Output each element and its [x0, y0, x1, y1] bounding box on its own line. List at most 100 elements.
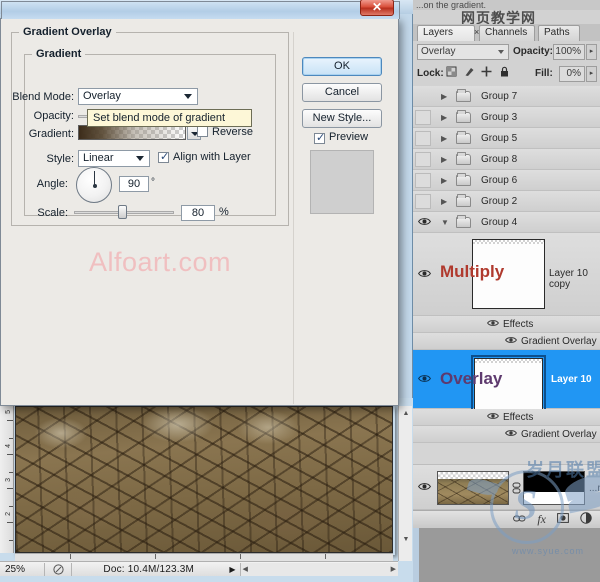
layer-row-group-2[interactable]: ▶ Group 2: [413, 191, 600, 212]
fx-icon[interactable]: fx: [537, 512, 546, 527]
eye-icon[interactable]: [418, 374, 431, 386]
effect-name: Gradient Overlay: [521, 336, 597, 347]
move-lock-icon[interactable]: [481, 66, 492, 80]
layers-panel-bottom-toolbar: fx: [413, 510, 600, 528]
eye-icon[interactable]: [418, 269, 431, 281]
angle-input[interactable]: 90: [119, 176, 149, 192]
scroll-left-icon[interactable]: ◀: [243, 565, 248, 573]
layer-row-group-7[interactable]: ▶ Group 7: [413, 86, 600, 107]
layer-row-group-4[interactable]: ▼ Group 4: [413, 212, 600, 233]
link-icon[interactable]: [512, 482, 521, 497]
layer-effects-row[interactable]: Effects: [413, 409, 600, 426]
blend-mode-select[interactable]: Overlay: [78, 88, 198, 105]
scale-input[interactable]: 80: [181, 205, 215, 221]
style-select[interactable]: Linear: [78, 150, 150, 167]
layer-list[interactable]: ▶ Group 7 ▶ Group 3 ▶ Group 5 ▶ Group 8: [413, 86, 600, 496]
expand-arrow-icon[interactable]: ▶: [441, 155, 447, 164]
horizontal-scrollbar[interactable]: ◀ ▶: [241, 563, 399, 576]
scroll-down-icon[interactable]: ▼: [399, 534, 413, 546]
preview-icon[interactable]: [45, 564, 71, 575]
cancel-button[interactable]: Cancel: [302, 83, 382, 102]
collapse-arrow-icon[interactable]: ▼: [441, 218, 449, 227]
reverse-checkbox[interactable]: [197, 126, 208, 137]
effects-label: Effects: [503, 412, 533, 423]
adjustment-icon[interactable]: [580, 512, 592, 527]
style-label: Style:: [11, 153, 74, 165]
eye-icon[interactable]: [418, 482, 431, 494]
layer-mask-thumbnail[interactable]: [523, 471, 585, 505]
close-tab-icon[interactable]: ×: [474, 27, 479, 37]
brush-lock-icon[interactable]: [464, 66, 475, 80]
scroll-right-icon[interactable]: ▶: [391, 565, 396, 573]
layer-row-group-3[interactable]: ▶ Group 3: [413, 107, 600, 128]
canvas-image-cracked-earth[interactable]: [15, 406, 393, 553]
background-layer-thumbnail[interactable]: [437, 471, 509, 505]
mask-icon[interactable]: [557, 513, 569, 526]
expand-arrow-icon[interactable]: ▶: [441, 197, 447, 206]
expand-arrow-icon[interactable]: ▶: [441, 92, 447, 101]
expand-arrow-icon[interactable]: ▶: [441, 134, 447, 143]
scroll-up-icon[interactable]: ▲: [399, 408, 413, 420]
expand-arrow-icon[interactable]: ▶: [441, 113, 447, 122]
fill-spinner-icon[interactable]: ▸: [586, 66, 597, 82]
transparency-lock-icon[interactable]: [446, 66, 457, 80]
layer-name: Group 3: [481, 112, 517, 123]
ok-button[interactable]: OK: [302, 57, 382, 76]
link-icon[interactable]: [513, 514, 526, 526]
layer-row-background[interactable]: ...roun...: [413, 464, 600, 510]
layer-effect-gradient-overlay-row[interactable]: Gradient Overlay: [413, 333, 600, 350]
layer-row-layer-10[interactable]: Overlay Layer 10: [413, 350, 600, 409]
visibility-toggle[interactable]: [415, 152, 431, 167]
eye-icon[interactable]: [505, 336, 517, 346]
fill-value[interactable]: 0%: [559, 66, 585, 82]
visibility-toggle[interactable]: [415, 173, 431, 188]
panel-opacity-value[interactable]: 100%: [553, 44, 585, 60]
tab-paths[interactable]: Paths: [538, 25, 580, 41]
layer-effect-gradient-overlay-row[interactable]: Gradient Overlay: [413, 426, 600, 443]
layer-effects-row[interactable]: Effects: [413, 316, 600, 333]
status-menu-arrow-icon[interactable]: ▶: [226, 565, 240, 574]
layer-row-layer-10-copy[interactable]: Multiply Layer 10 copy: [413, 233, 600, 316]
layer-name: Group 6: [481, 175, 517, 186]
angle-dial[interactable]: [76, 167, 112, 203]
layer-row-group-8[interactable]: ▶ Group 8: [413, 149, 600, 170]
folder-icon: [456, 133, 471, 144]
tab-channels[interactable]: Channels: [479, 25, 535, 41]
new-style-button[interactable]: New Style...: [302, 109, 382, 128]
preview-label: Preview: [329, 131, 368, 143]
zoom-level[interactable]: 25%: [0, 564, 44, 575]
eye-icon[interactable]: [487, 319, 499, 329]
document-vertical-scrollbar[interactable]: ▲ ▼: [398, 406, 412, 561]
panel-tabs: Layers Channels Paths: [413, 24, 600, 41]
annotation-overlay: Overlay: [440, 369, 502, 389]
layer-row-group-5[interactable]: ▶ Group 5: [413, 128, 600, 149]
bottom-ruler: [15, 553, 393, 561]
layer-name: Group 5: [481, 133, 517, 144]
layer-style-dialog: ✕ Gradient Overlay Gradient Blend Mode: …: [0, 18, 399, 406]
vertical-ruler: 5 4 3 2: [0, 406, 14, 553]
visibility-toggle[interactable]: [415, 110, 431, 125]
layer-name: Layer 10 copy: [549, 268, 600, 290]
folder-icon: [456, 154, 471, 165]
chevron-down-icon: [184, 94, 192, 99]
eye-icon[interactable]: [505, 429, 517, 439]
layer-row-group-6[interactable]: ▶ Group 6: [413, 170, 600, 191]
layer-blend-mode-select[interactable]: Overlay: [417, 44, 509, 60]
expand-arrow-icon[interactable]: ▶: [441, 176, 447, 185]
opacity-spinner-icon[interactable]: ▸: [586, 44, 597, 60]
blend-mode-value: Overlay: [83, 90, 121, 102]
close-icon[interactable]: ✕: [360, 0, 394, 16]
gradient-preview-swatch[interactable]: [78, 125, 186, 140]
scale-slider-thumb[interactable]: [118, 205, 127, 219]
visibility-toggle[interactable]: [415, 194, 431, 209]
folder-icon: [456, 175, 471, 186]
all-lock-icon[interactable]: [499, 66, 510, 80]
eye-icon[interactable]: [487, 412, 499, 422]
align-with-layer-checkbox[interactable]: [158, 152, 169, 163]
visibility-toggle[interactable]: [415, 131, 431, 146]
dialog-titlebar[interactable]: [1, 1, 400, 19]
tab-layers[interactable]: Layers: [417, 25, 475, 41]
eye-icon[interactable]: [418, 217, 431, 229]
panel-footer: [413, 528, 600, 582]
preview-checkbox[interactable]: [314, 133, 325, 144]
